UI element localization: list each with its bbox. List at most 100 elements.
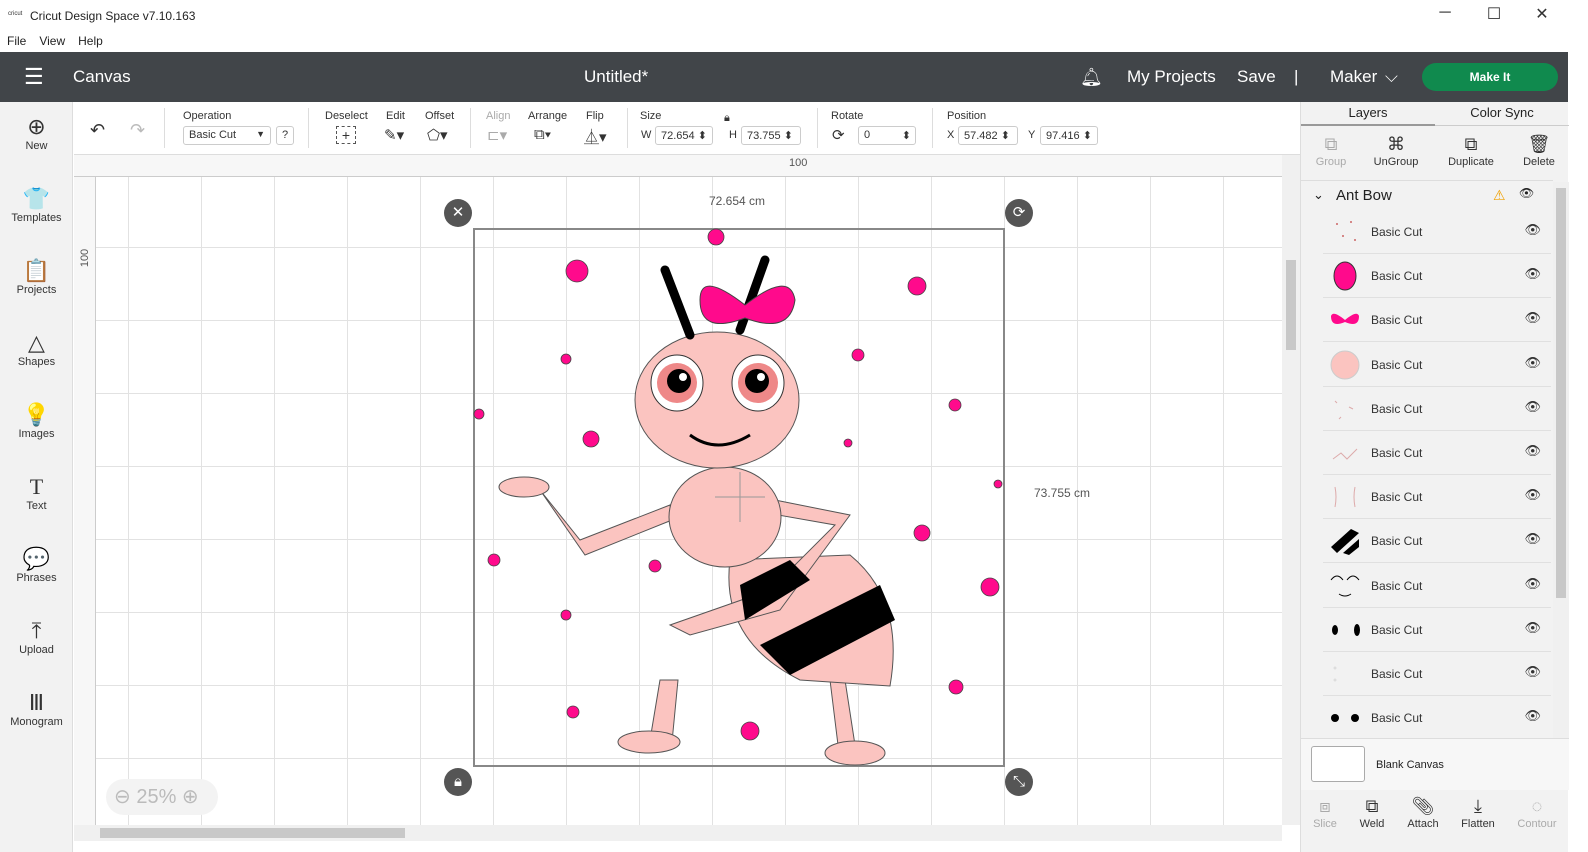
shapes-icon: △: [28, 330, 45, 355]
align-icon[interactable]: ⊏▾: [487, 126, 507, 144]
layer-item[interactable]: Basic Cut 👁︎: [1323, 519, 1551, 564]
rotate-handle-icon[interactable]: ⟳: [1005, 199, 1033, 227]
duplicate-button[interactable]: ⧉ Duplicate: [1441, 134, 1501, 168]
ant-bow-design[interactable]: [74, 155, 1282, 825]
eye-icon[interactable]: 👁︎: [1519, 186, 1534, 200]
tab-color-sync[interactable]: Color Sync: [1435, 102, 1569, 126]
zoom-level: 25%: [136, 786, 177, 808]
eye-icon[interactable]: 👁︎: [1524, 222, 1541, 238]
sidebar-item-phrases[interactable]: 💬 Phrases: [0, 546, 73, 584]
blank-canvas-row[interactable]: Blank Canvas: [1301, 738, 1569, 790]
layer-item[interactable]: Basic Cut 👁︎: [1323, 342, 1551, 387]
group-button[interactable]: ⧉ Group: [1301, 134, 1361, 168]
lock-icon[interactable]: 🔒︎: [444, 768, 472, 796]
eye-icon[interactable]: 👁︎: [1524, 664, 1541, 680]
sidebar-item-templates[interactable]: 👕 Templates: [0, 186, 73, 224]
ungroup-button[interactable]: ⌘ UnGroup: [1366, 134, 1426, 168]
layer-item[interactable]: Basic Cut 👁︎: [1323, 563, 1551, 608]
lock-ratio-icon[interactable]: 🔒︎: [724, 112, 730, 125]
warning-icon: ⚠: [1493, 187, 1506, 203]
horizontal-scrollbar[interactable]: [74, 825, 1282, 841]
layer-item[interactable]: Basic Cut 👁︎: [1323, 298, 1551, 343]
layer-item[interactable]: Basic Cut 👁︎: [1323, 386, 1551, 431]
layer-item[interactable]: Basic Cut 👁︎: [1323, 431, 1551, 475]
delete-button[interactable]: 🗑︎ Delete: [1509, 134, 1569, 168]
my-projects-link[interactable]: My Projects: [1127, 67, 1216, 87]
zoom-out-icon[interactable]: ⊖: [114, 786, 131, 808]
layer-item[interactable]: Basic Cut 👁︎: [1323, 210, 1551, 254]
eye-icon[interactable]: 👁︎: [1524, 266, 1541, 282]
chevron-down-icon[interactable]: ⌵: [1385, 67, 1398, 87]
flip-icon[interactable]: ⏅▾: [584, 126, 607, 147]
make-it-button[interactable]: Make It: [1422, 63, 1558, 91]
ruler-vertical: 100: [74, 177, 96, 825]
layer-item[interactable]: Basic Cut 👁︎: [1323, 254, 1551, 299]
eye-icon[interactable]: 👁︎: [1524, 487, 1541, 503]
notification-bell-icon[interactable]: 🔔︎: [1080, 67, 1103, 88]
layer-item[interactable]: Basic Cut 👁︎: [1323, 652, 1551, 696]
offset-icon[interactable]: ⬠▾: [427, 126, 448, 144]
vertical-scrollbar[interactable]: [1282, 155, 1300, 825]
y-position-input[interactable]: 97.416 ⬍: [1040, 126, 1098, 145]
attach-button[interactable]: 📎︎ Attach: [1393, 796, 1453, 830]
chevron-down-icon[interactable]: ⌄: [1313, 187, 1324, 203]
operation-help-button[interactable]: ?: [276, 126, 294, 145]
label: Duplicate: [1448, 156, 1494, 168]
dropdown-arrow-icon: ▼: [256, 129, 265, 139]
save-button[interactable]: Save: [1237, 67, 1276, 87]
menu-view[interactable]: View: [39, 34, 65, 48]
undo-icon[interactable]: ↶: [90, 120, 105, 141]
menu-file[interactable]: File: [7, 34, 26, 48]
sidebar-item-new[interactable]: ⊕ New: [0, 114, 73, 152]
eye-icon[interactable]: 👁︎: [1524, 399, 1541, 415]
sidebar-item-images[interactable]: 💡 Images: [0, 402, 73, 440]
eye-icon[interactable]: 👁︎: [1524, 443, 1541, 459]
x-position-input[interactable]: 57.482 ⬍: [958, 126, 1018, 145]
tab-layers[interactable]: Layers: [1301, 102, 1435, 126]
sidebar-item-upload[interactable]: ⤒ Upload: [0, 618, 73, 656]
panel-scrollbar[interactable]: [1553, 182, 1569, 738]
layer-thumbnail: [1334, 487, 1356, 508]
close-button[interactable]: ✕: [1519, 4, 1565, 24]
eye-icon[interactable]: 👁︎: [1524, 531, 1541, 547]
sidebar-item-monogram[interactable]: Ⅲ Monogram: [0, 690, 73, 728]
divider: [164, 108, 165, 148]
sidebar-label: Text: [26, 500, 47, 512]
sidebar-item-shapes[interactable]: △ Shapes: [0, 330, 73, 368]
flatten-button[interactable]: ⤓ Flatten: [1448, 796, 1508, 830]
machine-selector[interactable]: Maker: [1330, 67, 1377, 87]
close-selection-icon[interactable]: ✕: [444, 199, 472, 227]
rotate-input[interactable]: 0 ⬍: [858, 126, 916, 145]
menu-help[interactable]: Help: [78, 34, 103, 48]
eye-icon[interactable]: 👁︎: [1524, 310, 1541, 326]
height-input[interactable]: 73.755 ⬍: [741, 126, 801, 145]
pencil-icon[interactable]: ✎▾: [384, 126, 404, 144]
design-canvas[interactable]: 72.654 cm 73.755 cm ✕ ⟳ 🔒︎ ⤡ ⊖ 25% ⊕: [74, 155, 1282, 825]
deselect-button[interactable]: +: [336, 126, 356, 144]
zoom-in-icon[interactable]: ⊕: [182, 786, 199, 808]
width-input[interactable]: 72.654 ⬍: [655, 126, 713, 145]
sidebar-label: Shapes: [17, 356, 56, 368]
operation-select[interactable]: Basic Cut ▼: [183, 126, 271, 145]
contour-button[interactable]: ◌ Contour: [1507, 796, 1567, 830]
arrange-icon[interactable]: ⧉▾: [534, 126, 551, 143]
layer-group-ant-bow[interactable]: ⌄ Ant Bow ⚠ 👁︎: [1301, 180, 1553, 210]
eye-icon[interactable]: 👁︎: [1524, 708, 1541, 724]
redo-icon[interactable]: ↷: [130, 120, 145, 141]
layer-item[interactable]: Basic Cut 👁︎: [1323, 607, 1551, 652]
minimize-button[interactable]: ─: [1422, 4, 1468, 22]
eye-icon[interactable]: 👁︎: [1524, 576, 1541, 592]
layer-item[interactable]: Basic Cut 👁︎: [1323, 475, 1551, 520]
y-value: 97.416: [1046, 130, 1080, 142]
eye-icon[interactable]: 👁︎: [1524, 355, 1541, 371]
layer-name: Basic Cut: [1371, 711, 1423, 726]
sidebar-item-text[interactable]: T Text: [0, 474, 73, 512]
eye-icon[interactable]: 👁︎: [1524, 620, 1541, 636]
resize-handle-icon[interactable]: ⤡: [1005, 768, 1033, 796]
maximize-button[interactable]: ☐: [1471, 4, 1517, 24]
label: Delete: [1523, 156, 1555, 168]
layer-item[interactable]: Basic Cut 👁︎: [1323, 696, 1551, 738]
sidebar-item-projects[interactable]: 📋 Projects: [0, 258, 73, 296]
hamburger-menu-icon[interactable]: ☰: [24, 64, 44, 90]
layer-name: Basic Cut: [1371, 578, 1423, 593]
